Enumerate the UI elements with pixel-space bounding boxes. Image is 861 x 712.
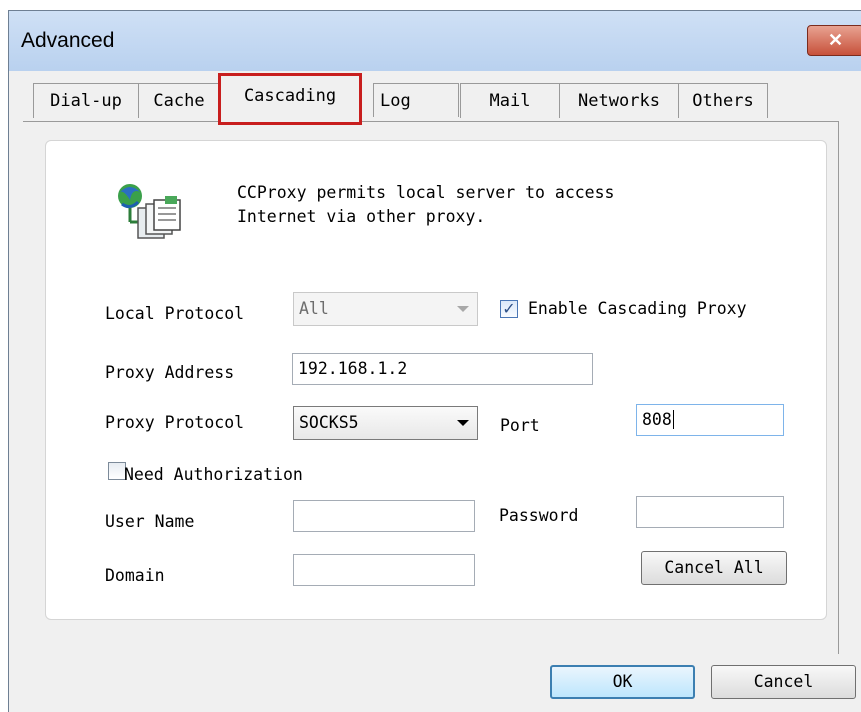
proxy-protocol-label: Proxy Protocol <box>105 413 245 432</box>
user-name-label: User Name <box>105 512 195 531</box>
close-button[interactable]: ✕ <box>807 25 861 56</box>
tab-networks[interactable]: Networks <box>559 83 679 118</box>
user-name-input[interactable] <box>293 500 475 532</box>
port-label: Port <box>500 416 540 435</box>
tab-cascading[interactable]: Cascading <box>218 73 362 125</box>
password-label: Password <box>499 506 579 525</box>
proxy-address-input[interactable]: 192.168.1.2 <box>292 353 593 385</box>
local-protocol-value: All <box>299 299 329 318</box>
network-proxy-icon <box>118 184 181 239</box>
chevron-down-icon <box>457 420 469 426</box>
close-icon: ✕ <box>827 30 844 50</box>
tab-dial-up[interactable]: Dial-up <box>33 83 139 118</box>
ok-button[interactable]: OK <box>550 665 695 699</box>
need-authorization-label[interactable]: Need Authorization <box>124 465 303 484</box>
port-value: 808 <box>642 410 672 429</box>
chevron-down-icon <box>457 306 469 312</box>
tab-strip: Dial-up Cache Cascading Log Mail Network… <box>9 71 861 125</box>
tab-cache[interactable]: Cache <box>138 83 220 118</box>
tab-log[interactable]: Log <box>373 83 459 117</box>
proxy-protocol-value: SOCKS5 <box>299 413 359 432</box>
domain-label: Domain <box>105 566 165 585</box>
title-bar: Advanced ✕ <box>9 11 861 71</box>
local-protocol-select: All <box>293 292 478 326</box>
window-title: Advanced <box>21 29 115 52</box>
checkmark-icon: ✓ <box>502 299 516 318</box>
cancel-all-button[interactable]: Cancel All <box>641 551 787 585</box>
proxy-address-label: Proxy Address <box>105 363 235 382</box>
cancel-button[interactable]: Cancel <box>711 665 856 699</box>
text-cursor <box>672 410 674 429</box>
proxy-protocol-select[interactable]: SOCKS5 <box>293 406 478 440</box>
port-input[interactable]: 808 <box>636 404 784 436</box>
info-text: CCProxy permits local server to access I… <box>237 183 615 226</box>
enable-cascading-label[interactable]: Enable Cascading Proxy <box>528 299 747 318</box>
password-input[interactable] <box>636 496 784 528</box>
tab-others[interactable]: Others <box>678 83 768 118</box>
local-protocol-label: Local Protocol <box>105 304 245 323</box>
tab-mail[interactable]: Mail <box>460 83 560 118</box>
domain-input[interactable] <box>293 554 475 586</box>
enable-cascading-checkbox[interactable]: ✓ <box>500 300 518 318</box>
